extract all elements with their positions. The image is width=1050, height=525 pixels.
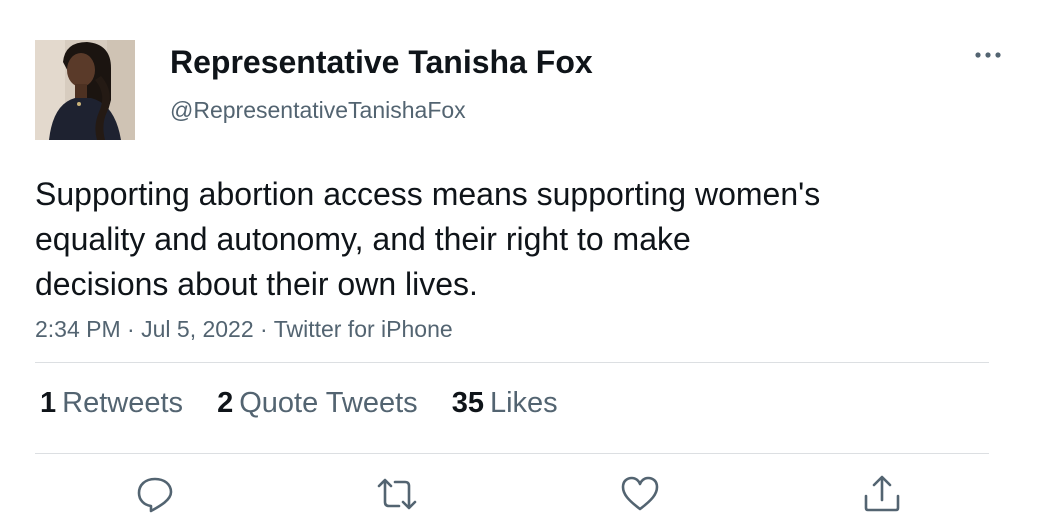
quote-tweets-stat[interactable]: 2 Quote Tweets [217,387,418,420]
likes-label: Likes [489,387,558,419]
more-horizontal-icon [975,52,1001,58]
reply-button[interactable] [133,474,177,514]
like-button[interactable] [618,474,662,514]
tweet-source[interactable]: Twitter for iPhone [274,316,453,342]
tweet-detail: Representative Tanisha Fox @Representati… [0,0,1050,525]
heart-icon [621,476,659,511]
retweet-icon [377,478,417,510]
avatar-photo [35,40,135,140]
more-options-button[interactable] [968,40,1008,70]
tweet-time[interactable]: 2:34 PM [35,316,121,342]
tweet-text-line: Supporting abortion access means support… [35,176,821,212]
share-icon [864,475,900,512]
quote-tweets-label: Quote Tweets [239,387,418,419]
meta-separator: · [127,316,135,342]
share-button[interactable] [860,474,904,514]
tweet-metadata: 2:34 PM · Jul 5, 2022 · Twitter for iPho… [35,316,453,343]
divider [35,453,989,454]
meta-separator: · [260,316,268,342]
avatar[interactable] [35,40,135,140]
display-name[interactable]: Representative Tanisha Fox [170,44,593,81]
username-handle[interactable]: @RepresentativeTanishaFox [170,97,466,124]
likes-stat[interactable]: 35 Likes [452,387,558,420]
retweets-label: Retweets [62,387,184,419]
divider [35,362,989,363]
retweets-stat[interactable]: 1 Retweets [40,387,183,420]
likes-count: 35 [451,387,484,419]
tweet-text: Supporting abortion access means support… [35,172,995,307]
engagement-stats: 1 Retweets 2 Quote Tweets 35 Likes [40,387,584,420]
quote-tweets-count: 2 [217,387,234,419]
tweet-text-line: equality and autonomy, and their right t… [35,221,691,257]
retweet-button[interactable] [375,474,419,514]
tweet-date[interactable]: Jul 5, 2022 [141,316,254,342]
retweets-count: 1 [40,387,57,419]
reply-icon [137,477,173,513]
tweet-text-line: decisions about their own lives. [35,266,478,302]
